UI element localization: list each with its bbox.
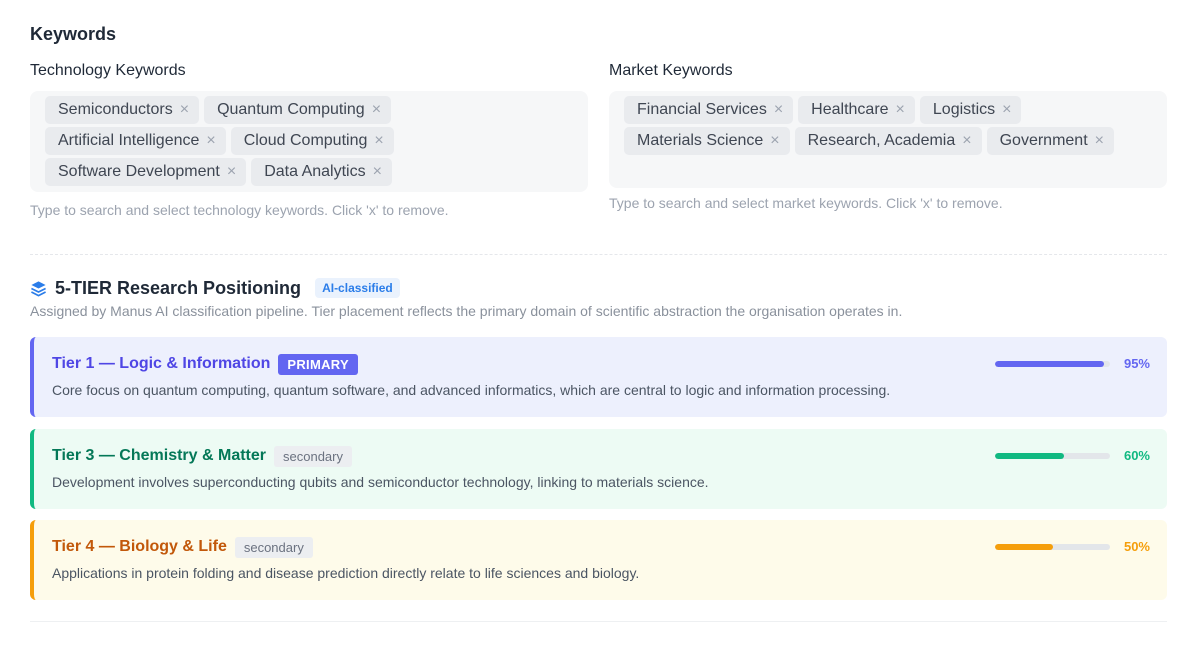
technology-keyword-chip: Data Analytics × bbox=[251, 158, 392, 186]
tier-section-title: 5-TIER Research Positioning bbox=[55, 277, 302, 298]
market-keywords-input[interactable]: Financial Services × Healthcare × Logistics ×… bbox=[609, 91, 1167, 188]
keyword-chip-label: Government bbox=[999, 132, 1088, 149]
page: Keywords Technology Keywords Semiconduct… bbox=[0, 0, 1200, 657]
tier-name: Tier 4 — Biology & Life bbox=[52, 538, 227, 555]
market-keyword-chip: Healthcare × bbox=[798, 96, 915, 124]
keyword-chip-label: Financial Services bbox=[637, 101, 767, 118]
technology-keyword-chip: Software Development × bbox=[45, 158, 247, 186]
tier-description: Development involves superconducting qub… bbox=[52, 474, 709, 490]
keyword-chip-label: Logistics bbox=[932, 101, 996, 118]
market-keyword-chip: Financial Services × bbox=[624, 96, 794, 124]
market-keyword-chip: Logistics × bbox=[919, 96, 1022, 124]
primary-badge: PRIMARY bbox=[278, 353, 358, 375]
keyword-chip-label: Materials Science bbox=[637, 132, 764, 149]
progress-fill bbox=[995, 360, 1105, 367]
remove-keyword-icon[interactable]: × bbox=[227, 164, 236, 180]
keyword-chip-label: Healthcare bbox=[811, 101, 889, 118]
tier-card-3: Tier 3 — Chemistry & Matter secondary De… bbox=[30, 429, 1167, 509]
market-keywords-help: Type to search and select market keyword… bbox=[609, 195, 1003, 211]
remove-keyword-icon[interactable]: × bbox=[1095, 133, 1104, 149]
tier-name: Tier 3 — Chemistry & Matter bbox=[52, 447, 266, 464]
remove-keyword-icon[interactable]: × bbox=[372, 102, 381, 118]
technology-keywords-input[interactable]: Semiconductors × Quantum Computing × Artific… bbox=[30, 91, 588, 192]
remove-keyword-icon[interactable]: × bbox=[962, 133, 971, 149]
keywords-section-title: Keywords bbox=[30, 24, 117, 44]
tier-card-1: Tier 1 — Logic & Information PRIMARY Cor… bbox=[30, 337, 1167, 417]
bottom-divider bbox=[30, 621, 1167, 622]
tier-header: 5-TIER Research Positioning AI-classifie… bbox=[30, 276, 400, 300]
secondary-badge: secondary bbox=[274, 445, 352, 467]
tier-card-4: Tier 4 — Biology & Life secondary Applic… bbox=[30, 520, 1167, 600]
keyword-chip-label: Software Development bbox=[58, 163, 220, 180]
progress-percent: 95% bbox=[1123, 356, 1150, 371]
remove-keyword-icon[interactable]: × bbox=[1002, 102, 1011, 118]
technology-keyword-chip: Artificial Intelligence × bbox=[45, 127, 226, 155]
market-keywords-field: Market Keywords Financial Services × Healt… bbox=[609, 60, 1167, 211]
remove-keyword-icon[interactable]: × bbox=[374, 133, 383, 149]
progress-bar bbox=[995, 543, 1110, 550]
remove-keyword-icon[interactable]: × bbox=[373, 164, 382, 180]
remove-keyword-icon[interactable]: × bbox=[180, 102, 189, 118]
market-keyword-chip: Research, Academia × bbox=[794, 127, 982, 155]
keyword-chip-label: Cloud Computing bbox=[243, 132, 368, 149]
tier-progress: 95% bbox=[995, 356, 1150, 371]
progress-fill bbox=[995, 543, 1053, 550]
keyword-chip-label: Quantum Computing bbox=[217, 101, 365, 118]
tier-progress: 50% bbox=[995, 539, 1150, 554]
remove-keyword-icon[interactable]: × bbox=[770, 133, 779, 149]
market-keywords-label: Market Keywords bbox=[609, 62, 733, 79]
progress-percent: 60% bbox=[1123, 448, 1150, 463]
progress-percent: 50% bbox=[1123, 539, 1150, 554]
technology-keywords-help: Type to search and select technology key… bbox=[30, 202, 449, 218]
market-keyword-chip: Government × bbox=[986, 127, 1114, 155]
technology-keyword-chip: Semiconductors × bbox=[45, 96, 200, 124]
tier-progress: 60% bbox=[995, 448, 1150, 463]
keyword-chip-label: Semiconductors bbox=[58, 101, 173, 118]
technology-keywords-field: Technology Keywords Semiconductors × Quant… bbox=[30, 60, 588, 218]
keyword-chip-label: Research, Academia bbox=[807, 132, 956, 149]
technology-keyword-chip: Cloud Computing × bbox=[230, 127, 394, 155]
keyword-chip-label: Data Analytics bbox=[264, 163, 366, 180]
layers-icon bbox=[31, 280, 46, 296]
section-divider bbox=[30, 254, 1167, 255]
progress-fill bbox=[995, 452, 1064, 459]
tier-section-subtitle: Assigned by Manus AI classification pipe… bbox=[30, 303, 903, 319]
technology-keyword-chip: Quantum Computing × bbox=[204, 96, 392, 124]
remove-keyword-icon[interactable]: × bbox=[774, 102, 783, 118]
progress-bar bbox=[995, 360, 1110, 367]
market-keyword-chip: Materials Science × bbox=[624, 127, 790, 155]
remove-keyword-icon[interactable]: × bbox=[896, 102, 905, 118]
keyword-chip-label: Artificial Intelligence bbox=[58, 132, 200, 149]
progress-bar bbox=[995, 452, 1110, 459]
tier-description: Core focus on quantum computing, quantum… bbox=[52, 382, 891, 398]
ai-classified-badge: AI-classified bbox=[315, 278, 400, 298]
tier-name: Tier 1 — Logic & Information bbox=[52, 355, 271, 372]
secondary-badge: secondary bbox=[234, 536, 313, 558]
tier-description: Applications in protein folding and dise… bbox=[52, 565, 640, 581]
technology-keywords-label: Technology Keywords bbox=[30, 62, 186, 79]
remove-keyword-icon[interactable]: × bbox=[206, 133, 215, 149]
